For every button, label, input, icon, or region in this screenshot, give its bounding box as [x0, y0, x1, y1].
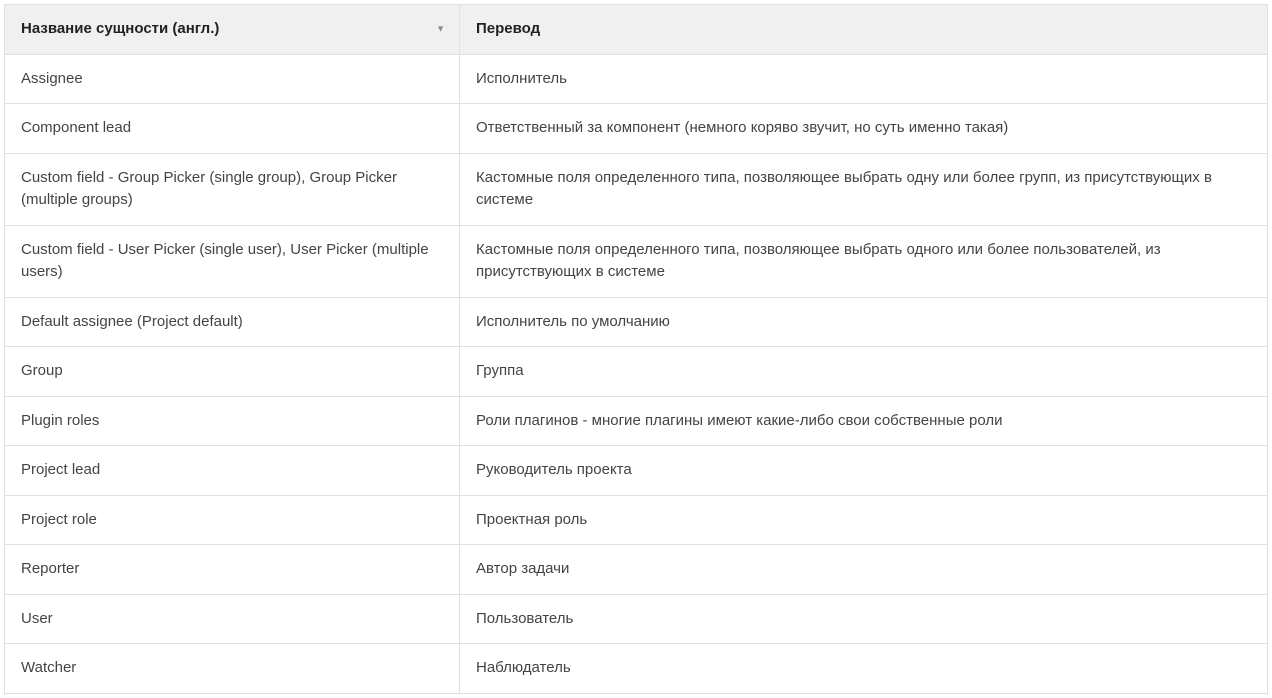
table-row: Project role Проектная роль: [5, 495, 1268, 545]
cell-translation: Пользователь: [460, 594, 1268, 644]
table-row: Project lead Руководитель проекта: [5, 446, 1268, 496]
cell-translation: Роли плагинов - многие плагины имеют как…: [460, 396, 1268, 446]
cell-english: Assignee: [5, 54, 460, 104]
table-row: Plugin roles Роли плагинов - многие плаг…: [5, 396, 1268, 446]
cell-english: Reporter: [5, 545, 460, 595]
table-row: Default assignee (Project default) Испол…: [5, 297, 1268, 347]
header-label: Название сущности (англ.): [21, 20, 219, 37]
entity-translation-table: Название сущности (англ.) ▼ Перевод Assi…: [4, 4, 1268, 694]
sort-down-icon[interactable]: ▼: [436, 23, 445, 37]
cell-translation: Исполнитель по умолчанию: [460, 297, 1268, 347]
cell-english: Plugin roles: [5, 396, 460, 446]
cell-translation: Руководитель проекта: [460, 446, 1268, 496]
cell-translation: Группа: [460, 347, 1268, 397]
table-header-row: Название сущности (англ.) ▼ Перевод: [5, 5, 1268, 55]
table-row: Custom field - User Picker (single user)…: [5, 225, 1268, 297]
cell-english: Group: [5, 347, 460, 397]
column-header-english[interactable]: Название сущности (англ.) ▼: [5, 5, 460, 55]
cell-translation: Исполнитель: [460, 54, 1268, 104]
cell-translation: Наблюдатель: [460, 644, 1268, 694]
table-body: Assignee Исполнитель Component lead Отве…: [5, 54, 1268, 693]
cell-english: Project lead: [5, 446, 460, 496]
table-row: Assignee Исполнитель: [5, 54, 1268, 104]
cell-english: Watcher: [5, 644, 460, 694]
cell-english: Custom field - User Picker (single user)…: [5, 225, 460, 297]
table-row: Component lead Ответственный за компонен…: [5, 104, 1268, 154]
cell-english: User: [5, 594, 460, 644]
cell-translation: Автор задачи: [460, 545, 1268, 595]
table-row: User Пользователь: [5, 594, 1268, 644]
cell-translation: Проектная роль: [460, 495, 1268, 545]
cell-translation: Ответственный за компонент (немного коря…: [460, 104, 1268, 154]
cell-translation: Кастомные поля определенного типа, позво…: [460, 225, 1268, 297]
cell-english: Custom field - Group Picker (single grou…: [5, 153, 460, 225]
cell-english: Default assignee (Project default): [5, 297, 460, 347]
header-label: Перевод: [476, 20, 540, 37]
table-row: Watcher Наблюдатель: [5, 644, 1268, 694]
cell-english: Component lead: [5, 104, 460, 154]
cell-translation: Кастомные поля определенного типа, позво…: [460, 153, 1268, 225]
cell-english: Project role: [5, 495, 460, 545]
table-row: Custom field - Group Picker (single grou…: [5, 153, 1268, 225]
table-row: Group Группа: [5, 347, 1268, 397]
table-row: Reporter Автор задачи: [5, 545, 1268, 595]
column-header-translation[interactable]: Перевод: [460, 5, 1268, 55]
